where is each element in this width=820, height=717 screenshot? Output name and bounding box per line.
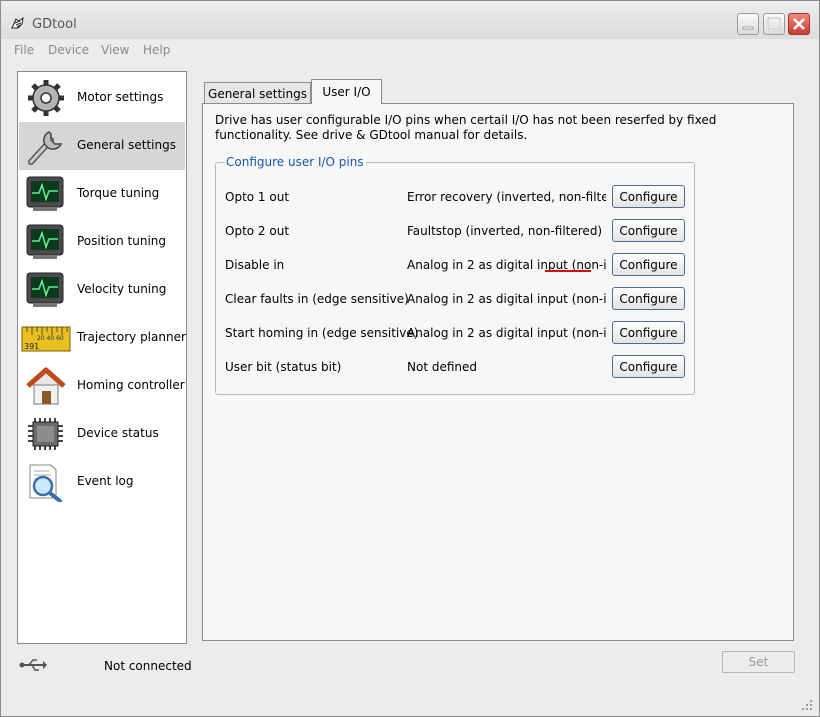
sidebar-item-device-status[interactable]: Device status bbox=[19, 410, 185, 458]
io-pin-name: Opto 1 out bbox=[225, 190, 290, 204]
window-title: GDtool bbox=[32, 17, 77, 32]
ruler-icon: 20 40 60 391 bbox=[21, 326, 71, 352]
maximize-icon bbox=[767, 17, 781, 30]
configure-clear-faults-in-button[interactable]: Configure bbox=[612, 287, 685, 310]
group-title: Configure user I/O pins bbox=[224, 155, 366, 169]
sidebar-nav: Motor settings General settings Torque t… bbox=[17, 71, 187, 644]
io-pin-name: Start homing in (edge sensitive) bbox=[225, 326, 419, 340]
sidebar-item-label: General settings bbox=[77, 138, 176, 152]
configure-disable-in-button[interactable]: Configure bbox=[612, 253, 685, 276]
configure-opto-2-out-button[interactable]: Configure bbox=[612, 219, 685, 242]
io-pin-function: Not defined bbox=[407, 360, 478, 374]
sidebar-item-label: Trajectory planner bbox=[77, 330, 186, 344]
menu-bar: File Device View Help bbox=[1, 39, 819, 61]
io-row-start-homing-in: Start homing in (edge sensitive) Analog … bbox=[216, 321, 694, 347]
sidebar-item-label: Device status bbox=[77, 426, 159, 440]
configure-opto-1-out-button[interactable]: Configure bbox=[612, 185, 685, 208]
tab-user-io[interactable]: User I/O bbox=[311, 79, 382, 104]
menu-device[interactable]: Device bbox=[48, 43, 89, 57]
tab-general-settings[interactable]: General settings bbox=[204, 82, 311, 104]
menu-view[interactable]: View bbox=[101, 43, 129, 57]
io-pin-function: Analog in 2 as digital input (non-invert… bbox=[407, 326, 606, 340]
sidebar-item-event-log[interactable]: Event log bbox=[19, 458, 185, 506]
intro-text: Drive has user configurable I/O pins whe… bbox=[215, 113, 775, 143]
resize-grip-icon[interactable] bbox=[801, 699, 813, 711]
io-pins-group: Configure user I/O pins Opto 1 out Error… bbox=[215, 155, 695, 395]
title-bar[interactable]: GDtool bbox=[1, 1, 819, 39]
app-window: GDtool File Device View Help Motor setti… bbox=[0, 0, 820, 717]
annotation-underline bbox=[545, 270, 591, 272]
menu-file[interactable]: File bbox=[14, 43, 34, 57]
io-pin-name: Clear faults in (edge sensitive) bbox=[225, 292, 409, 306]
io-row-opto-1-out: Opto 1 out Error recovery (inverted, non… bbox=[216, 185, 694, 211]
io-pin-name: User bit (status bit) bbox=[225, 360, 342, 374]
sidebar-item-torque-tuning[interactable]: Torque tuning bbox=[19, 170, 185, 218]
intro-line-1: Drive has user configurable I/O pins whe… bbox=[215, 113, 717, 127]
sidebar-item-label: Velocity tuning bbox=[77, 282, 167, 296]
sidebar-item-label: Event log bbox=[77, 474, 134, 488]
magnifier-icon bbox=[29, 464, 62, 502]
ruler-readout: 391 bbox=[24, 342, 39, 351]
sidebar-item-label: Position tuning bbox=[77, 234, 167, 248]
house-icon bbox=[26, 367, 66, 405]
io-pin-function: Error recovery (inverted, non-filtered) bbox=[407, 190, 606, 204]
menu-help[interactable]: Help bbox=[143, 43, 170, 57]
io-row-disable-in: Disable in Analog in 2 as digital input … bbox=[216, 253, 694, 279]
sidebar-item-label: Motor settings bbox=[77, 90, 164, 104]
sidebar-item-label: Homing controller bbox=[77, 378, 185, 392]
io-pin-name: Disable in bbox=[225, 258, 285, 272]
sidebar-item-trajectory-planner[interactable]: 20 40 60 391 Trajectory planner bbox=[19, 314, 186, 362]
sidebar-item-label: Torque tuning bbox=[77, 186, 160, 200]
io-row-opto-2-out: Opto 2 out Faultstop (inverted, non-filt… bbox=[216, 219, 694, 245]
chip-icon bbox=[28, 418, 63, 450]
usb-icon bbox=[19, 659, 47, 671]
monitor-icon bbox=[26, 224, 64, 259]
configure-start-homing-in-button[interactable]: Configure bbox=[612, 321, 685, 344]
gear-icon bbox=[28, 80, 64, 116]
sidebar-item-motor-settings[interactable]: Motor settings bbox=[19, 74, 185, 122]
user-io-panel: Drive has user configurable I/O pins whe… bbox=[202, 103, 794, 641]
minimize-button[interactable] bbox=[737, 13, 759, 35]
io-row-clear-faults-in: Clear faults in (edge sensitive) Analog … bbox=[216, 287, 694, 313]
io-pin-function: Analog in 2 as digital input (non-invert… bbox=[407, 292, 606, 306]
close-button[interactable] bbox=[788, 13, 810, 35]
minimize-icon bbox=[742, 26, 754, 30]
io-pin-function: Faultstop (inverted, non-filtered) bbox=[407, 224, 603, 238]
intro-line-2: functionality. See drive & GDtool manual… bbox=[215, 128, 528, 142]
wrench-icon bbox=[28, 131, 63, 165]
zebra-app-icon bbox=[11, 16, 24, 29]
io-row-user-bit: User bit (status bit) Not defined Config… bbox=[216, 355, 694, 381]
configure-user-bit-button[interactable]: Configure bbox=[612, 355, 685, 378]
sidebar-item-position-tuning[interactable]: Position tuning bbox=[19, 218, 185, 266]
sidebar-item-velocity-tuning[interactable]: Velocity tuning bbox=[19, 266, 185, 314]
sidebar-item-homing-controller[interactable]: Homing controller bbox=[19, 362, 185, 410]
set-button[interactable]: Set bbox=[722, 651, 795, 673]
io-pin-name: Opto 2 out bbox=[225, 224, 290, 238]
monitor-icon bbox=[26, 176, 64, 211]
connection-status: Not connected bbox=[104, 659, 192, 673]
close-icon bbox=[793, 18, 805, 30]
sidebar-item-general-settings[interactable]: General settings bbox=[19, 122, 185, 170]
ruler-tick-labels: 20 40 60 bbox=[37, 335, 64, 342]
monitor-icon bbox=[26, 272, 64, 307]
maximize-button[interactable] bbox=[763, 13, 785, 35]
